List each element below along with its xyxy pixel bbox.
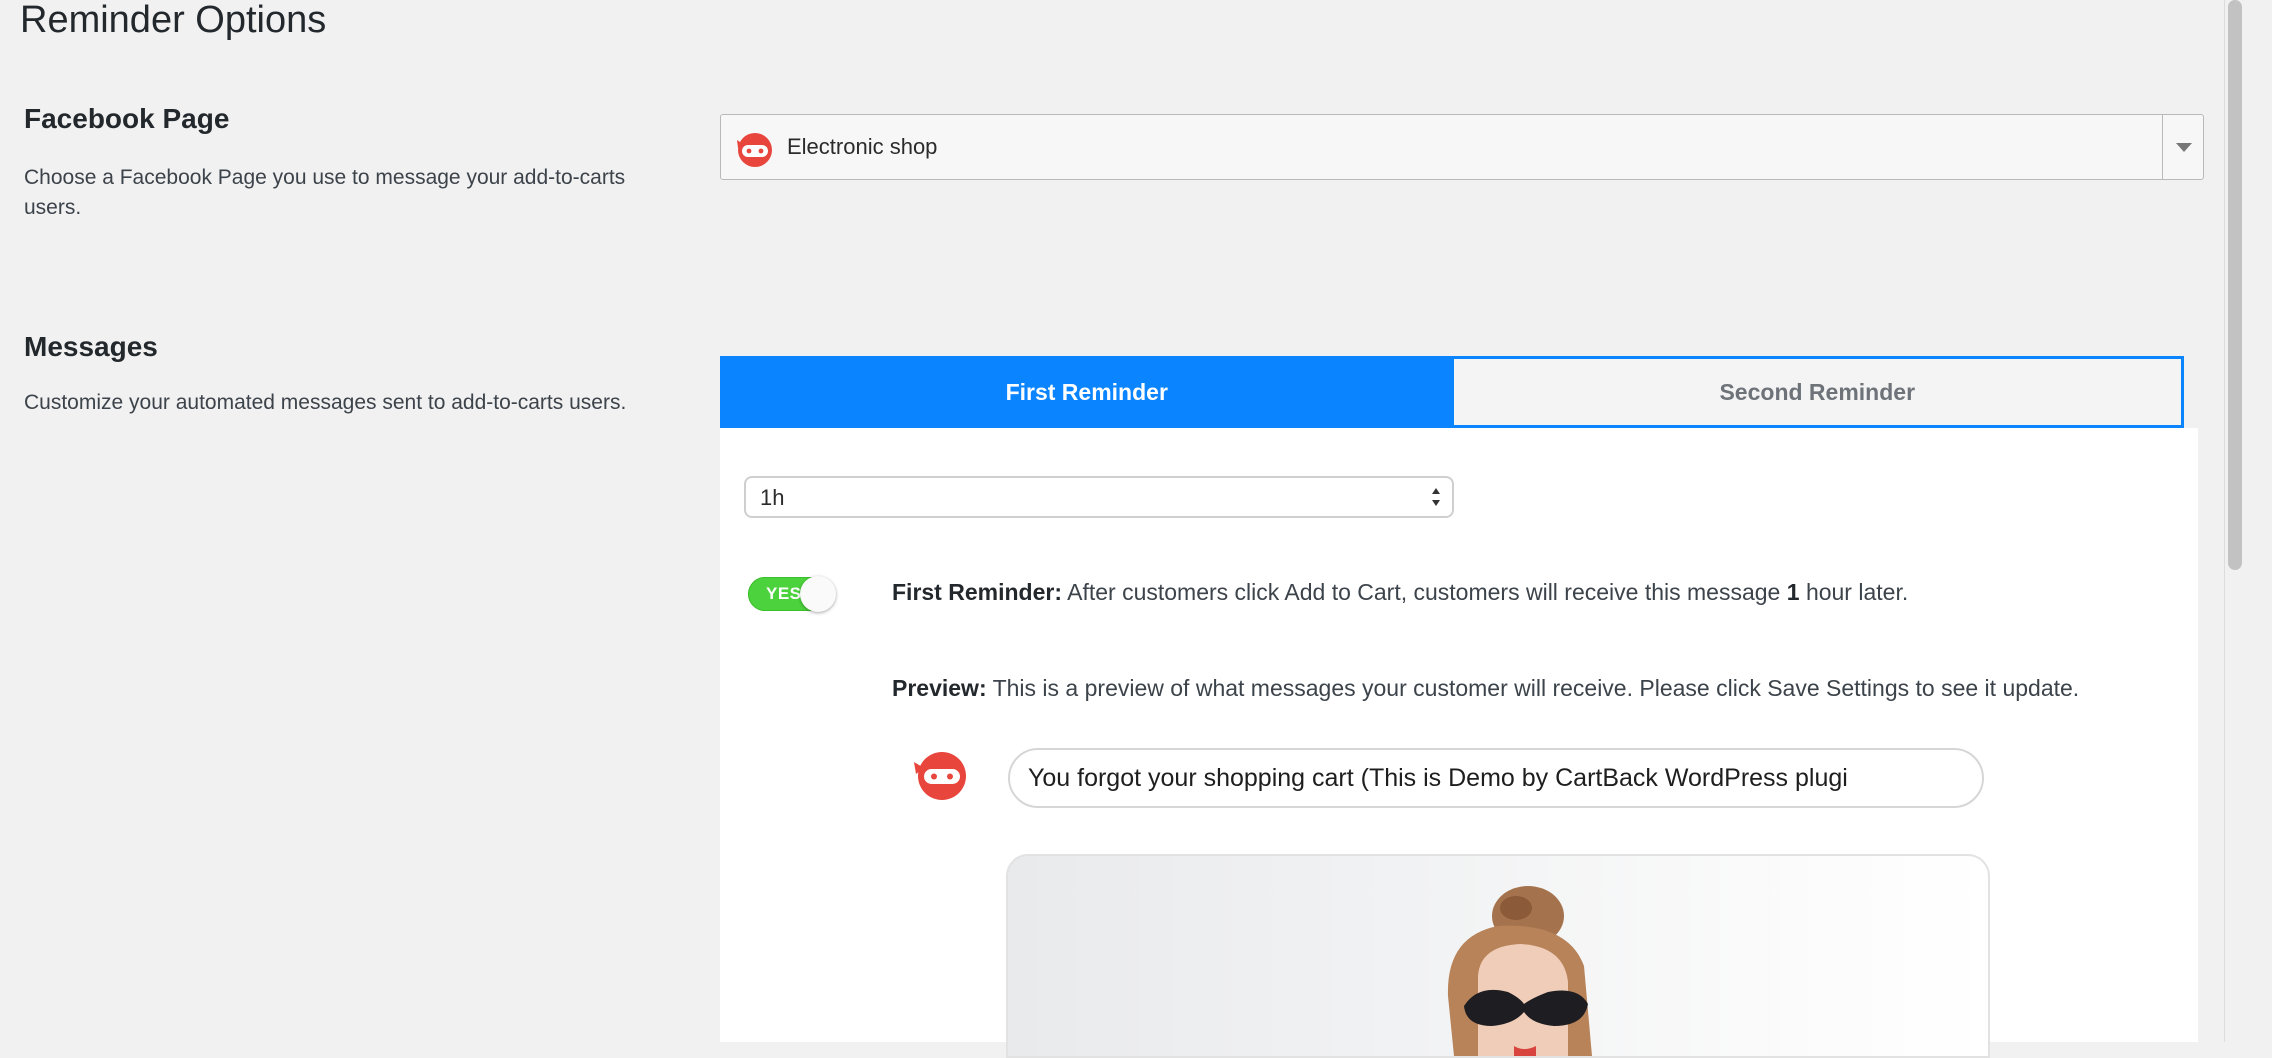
delay-value: 1h (760, 485, 785, 510)
message-text: You forgot your shopping cart (This is D… (1028, 764, 1848, 792)
dropdown-toggle[interactable] (2162, 115, 2203, 179)
selected-page-label: Electronic shop (787, 134, 938, 159)
bot-avatar-icon (914, 752, 966, 800)
scrollbar-track (2224, 0, 2225, 1042)
ninja-logo-icon (737, 133, 772, 167)
toggle-label: YES (766, 584, 802, 603)
message-bubble: You forgot your shopping cart (This is D… (1008, 748, 1984, 808)
toggle-knob (800, 576, 836, 612)
facebook-page-title: Facebook Page (24, 103, 230, 134)
reminder-info: First Reminder: After customers click Ad… (892, 579, 1908, 606)
preview-label: Preview: (892, 675, 987, 701)
messages-description: Customize your automated messages sent t… (24, 391, 627, 414)
messages-title: Messages (24, 331, 158, 362)
product-photo (1447, 886, 1592, 1056)
reminder-info-suffix: hour later. (1805, 579, 1909, 605)
preview-info: Preview: This is a preview of what messa… (892, 675, 2079, 702)
page-scrollbar[interactable] (2216, 0, 2272, 1042)
scrollbar-thumb[interactable] (2228, 0, 2242, 570)
facebook-page-select[interactable]: Electronic shop (720, 114, 2204, 180)
reminder-hours: 1 (1786, 579, 1800, 605)
page-title: Reminder Options (20, 0, 327, 41)
reminder-info-text: After customers click Add to Cart, custo… (1067, 579, 1781, 605)
tab-first-reminder[interactable]: First Reminder (723, 359, 1451, 425)
up-down-arrows-icon (1432, 488, 1440, 506)
facebook-page-description: Choose a Facebook Page you use to messag… (24, 166, 626, 219)
preview-text: This is a preview of what messages your … (992, 675, 2080, 701)
reminder-enabled-toggle[interactable]: YES (748, 576, 836, 612)
product-image (1006, 854, 1990, 1058)
tab-second-reminder[interactable]: Second Reminder (1450, 359, 2181, 425)
reminder-tabs: First Reminder Second Reminder (720, 356, 2184, 428)
reminder-info-label: First Reminder: (892, 579, 1062, 605)
caret-down-icon (2176, 143, 2192, 152)
delay-select[interactable]: 1h (744, 476, 1454, 518)
